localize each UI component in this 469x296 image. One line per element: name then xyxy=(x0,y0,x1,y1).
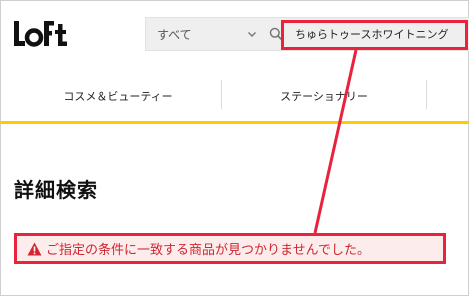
page-title: 詳細検索 xyxy=(14,178,98,202)
search-highlight-box xyxy=(281,20,468,50)
no-results-alert: ご指定の条件に一致する商品が見つかりませんでした。 xyxy=(14,233,446,264)
nav-divider xyxy=(426,80,427,109)
loft-logo[interactable] xyxy=(13,18,69,50)
nav-underline xyxy=(0,121,469,124)
nav-item-cosmetics-beauty[interactable]: コスメ＆ビューティー xyxy=(16,78,220,114)
nav-item-stationery[interactable]: ステーショナリー xyxy=(222,78,426,114)
alert-message: ご指定の条件に一致する商品が見つかりませんでした。 xyxy=(46,243,370,258)
category-select[interactable]: すべて xyxy=(145,17,265,51)
warning-icon xyxy=(27,242,42,255)
category-select-value: すべて xyxy=(157,27,192,42)
logo-mark xyxy=(14,21,67,47)
chevron-down-icon xyxy=(248,32,256,37)
